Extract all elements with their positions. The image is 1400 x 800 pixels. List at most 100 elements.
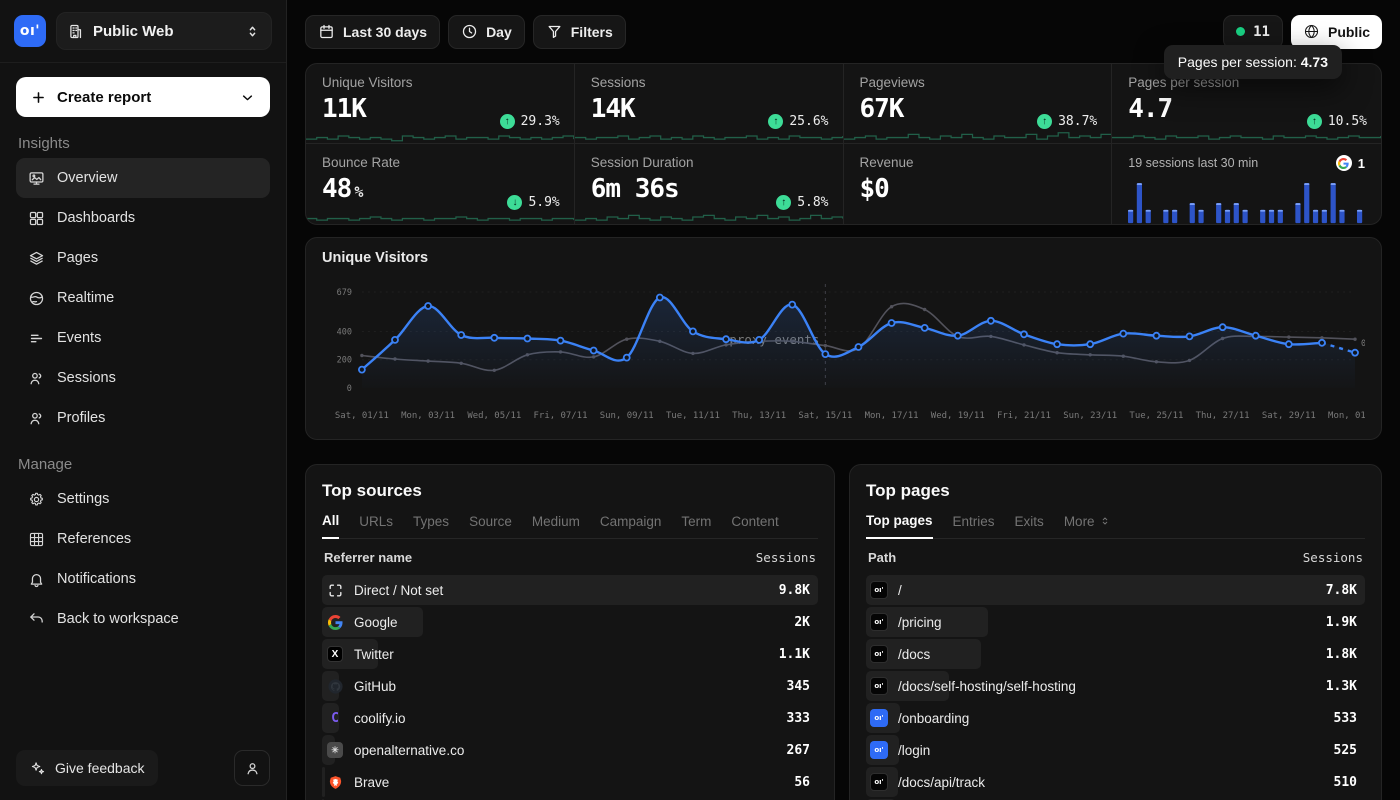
app-logo[interactable]: oı' bbox=[14, 15, 46, 47]
live-count: 11 bbox=[1253, 24, 1270, 40]
stat-card-sessions[interactable]: Sessions 14K ↑ 25.6% bbox=[575, 64, 844, 144]
create-report-label: Create report bbox=[57, 89, 229, 106]
stat-card-revenue[interactable]: Revenue $0 bbox=[844, 144, 1113, 224]
sidebar-item-pages[interactable]: Pages bbox=[16, 238, 270, 278]
tab-urls[interactable]: URLs bbox=[359, 513, 393, 538]
public-button[interactable]: Public bbox=[1291, 15, 1382, 49]
top-sources-rows: Direct / Not set9.8KGoogle2KXTwitter1.1K… bbox=[322, 574, 818, 800]
sidebar-item-references[interactable]: References bbox=[16, 519, 270, 559]
stat-sparkline bbox=[1112, 128, 1381, 144]
building-icon bbox=[67, 23, 84, 40]
google-icon bbox=[1336, 155, 1352, 171]
table-row[interactable]: oı'/docs/self-hosting/self-hosting1.3K bbox=[866, 670, 1365, 702]
chevrons-up-down-icon bbox=[1099, 515, 1111, 527]
row-value: 510 bbox=[1334, 775, 1357, 790]
tab-types[interactable]: Types bbox=[413, 513, 449, 538]
tab-campaign[interactable]: Campaign bbox=[600, 513, 662, 538]
tab-term[interactable]: Term bbox=[681, 513, 711, 538]
live-sessions-widget[interactable]: 19 sessions last 30 min 1 bbox=[1112, 144, 1381, 224]
sidebar: oı' Public Web Create report InsightsOve… bbox=[0, 0, 287, 800]
stat-change-badge: ↑ 38.7% bbox=[1037, 114, 1097, 129]
tab-content[interactable]: Content bbox=[731, 513, 778, 538]
tab-medium[interactable]: Medium bbox=[532, 513, 580, 538]
table-row[interactable]: Google2K bbox=[322, 606, 818, 638]
stat-change-value: 38.7% bbox=[1058, 114, 1097, 129]
main-area: Last 30 days Day Filters 11 Public Pages… bbox=[287, 0, 1400, 800]
tab-all[interactable]: All bbox=[322, 513, 339, 539]
row-value: 345 bbox=[787, 679, 810, 694]
give-feedback-button[interactable]: Give feedback bbox=[16, 750, 158, 786]
widget-source-count: 1 bbox=[1358, 156, 1365, 171]
sidebar-item-events[interactable]: Events bbox=[16, 318, 270, 358]
openalt-favicon: ✳ bbox=[326, 741, 344, 759]
table-row[interactable]: Direct / Not set9.8K bbox=[322, 574, 818, 606]
top-sources-header: Referrer name Sessions bbox=[322, 539, 818, 574]
stat-card-pageviews[interactable]: Pageviews 67K ↑ 38.7% bbox=[844, 64, 1113, 144]
tab-source[interactable]: Source bbox=[469, 513, 512, 538]
table-row[interactable]: XTwitter1.1K bbox=[322, 638, 818, 670]
interval-button[interactable]: Day bbox=[448, 15, 525, 49]
table-row[interactable]: oı'/pricing1.9K bbox=[866, 606, 1365, 638]
sparkles-icon bbox=[29, 760, 46, 777]
row-label: /docs/api/track bbox=[898, 775, 1324, 790]
sidebar-item-realtime[interactable]: Realtime bbox=[16, 278, 270, 318]
date-range-button[interactable]: Last 30 days bbox=[305, 15, 440, 49]
sidebar-item-settings[interactable]: Settings bbox=[16, 479, 270, 519]
arrow-up-icon: ↑ bbox=[1037, 114, 1052, 129]
profile-button[interactable] bbox=[234, 750, 270, 786]
date-range-label: Last 30 days bbox=[343, 24, 427, 40]
back-icon bbox=[28, 611, 45, 628]
person-icon bbox=[244, 760, 261, 777]
stat-card-session-duration[interactable]: Session Duration 6m 36s ↑ 5.8% bbox=[575, 144, 844, 224]
sidebar-item-label: Realtime bbox=[57, 290, 114, 306]
row-value: 1.9K bbox=[1326, 615, 1357, 630]
project-selector[interactable]: Public Web bbox=[56, 12, 272, 50]
stat-card-unique-visitors[interactable]: Unique Visitors 11K ↑ 29.3% bbox=[306, 64, 575, 144]
table-row[interactable]: oı'/docs/api/track510 bbox=[866, 766, 1365, 798]
google-favicon bbox=[326, 613, 344, 631]
create-report-button[interactable]: Create report bbox=[16, 77, 270, 117]
sidebar-nav: Create report InsightsOverviewDashboards… bbox=[0, 63, 286, 736]
sidebar-item-profiles[interactable]: Profiles bbox=[16, 398, 270, 438]
tab-entries[interactable]: Entries bbox=[953, 513, 995, 538]
svg-text:Thu, 13/11: Thu, 13/11 bbox=[732, 411, 786, 421]
table-row[interactable]: oı'/onboarding533 bbox=[866, 702, 1365, 734]
table-row[interactable]: GitHub345 bbox=[322, 670, 818, 702]
sidebar-item-sessions[interactable]: Sessions bbox=[16, 358, 270, 398]
tab-exits[interactable]: Exits bbox=[1015, 513, 1044, 538]
table-row[interactable]: oı'/docs1.8K bbox=[866, 638, 1365, 670]
stat-change-badge: ↑ 10.5% bbox=[1307, 114, 1367, 129]
table-row[interactable]: Brave56 bbox=[322, 766, 818, 798]
tab-more[interactable]: More bbox=[1064, 513, 1111, 538]
stat-change-value: 5.9% bbox=[528, 195, 559, 210]
table-row[interactable]: ✳openalternative.co267 bbox=[322, 734, 818, 766]
live-visitors-chip[interactable]: 11 bbox=[1223, 15, 1283, 49]
column-sessions: Sessions bbox=[756, 550, 816, 565]
column-sessions: Sessions bbox=[1303, 550, 1363, 565]
unique-visitors-line-chart[interactable]: 0200400679Sat, 01/11Mon, 03/11Wed, 05/11… bbox=[322, 268, 1365, 428]
table-row[interactable]: Ccoolify.io333 bbox=[322, 702, 818, 734]
sidebar-footer: Give feedback bbox=[0, 736, 286, 800]
tab-top-pages[interactable]: Top pages bbox=[866, 513, 933, 539]
filters-button[interactable]: Filters bbox=[533, 15, 626, 49]
table-row[interactable]: oı'/login525 bbox=[866, 734, 1365, 766]
svg-text:Wed, 05/11: Wed, 05/11 bbox=[467, 411, 521, 421]
globe-icon bbox=[1303, 23, 1320, 40]
users-icon bbox=[28, 370, 45, 387]
sidebar-item-dashboards[interactable]: Dashboards bbox=[16, 198, 270, 238]
sidebar-item-label: Back to workspace bbox=[57, 611, 179, 627]
pages-icon bbox=[28, 250, 45, 267]
sidebar-item-label: Pages bbox=[57, 250, 98, 266]
sidebar-item-label: Dashboards bbox=[57, 210, 135, 226]
stat-sparkline bbox=[575, 209, 843, 224]
sidebar-item-notifications[interactable]: Notifications bbox=[16, 559, 270, 599]
table-row[interactable]: oı'/7.8K bbox=[866, 574, 1365, 606]
interval-label: Day bbox=[486, 24, 512, 40]
row-label: /docs/self-hosting/self-hosting bbox=[898, 679, 1316, 694]
sidebar-item-back-to-workspace[interactable]: Back to workspace bbox=[16, 599, 270, 639]
direct-favicon bbox=[326, 581, 344, 599]
stat-card-bounce-rate[interactable]: Bounce Rate 48% ↓ 5.9% bbox=[306, 144, 575, 224]
metric-tooltip: Pages per session: 4.73 bbox=[1164, 45, 1342, 79]
row-value: 2K bbox=[794, 615, 810, 630]
sidebar-item-overview[interactable]: Overview bbox=[16, 158, 270, 198]
